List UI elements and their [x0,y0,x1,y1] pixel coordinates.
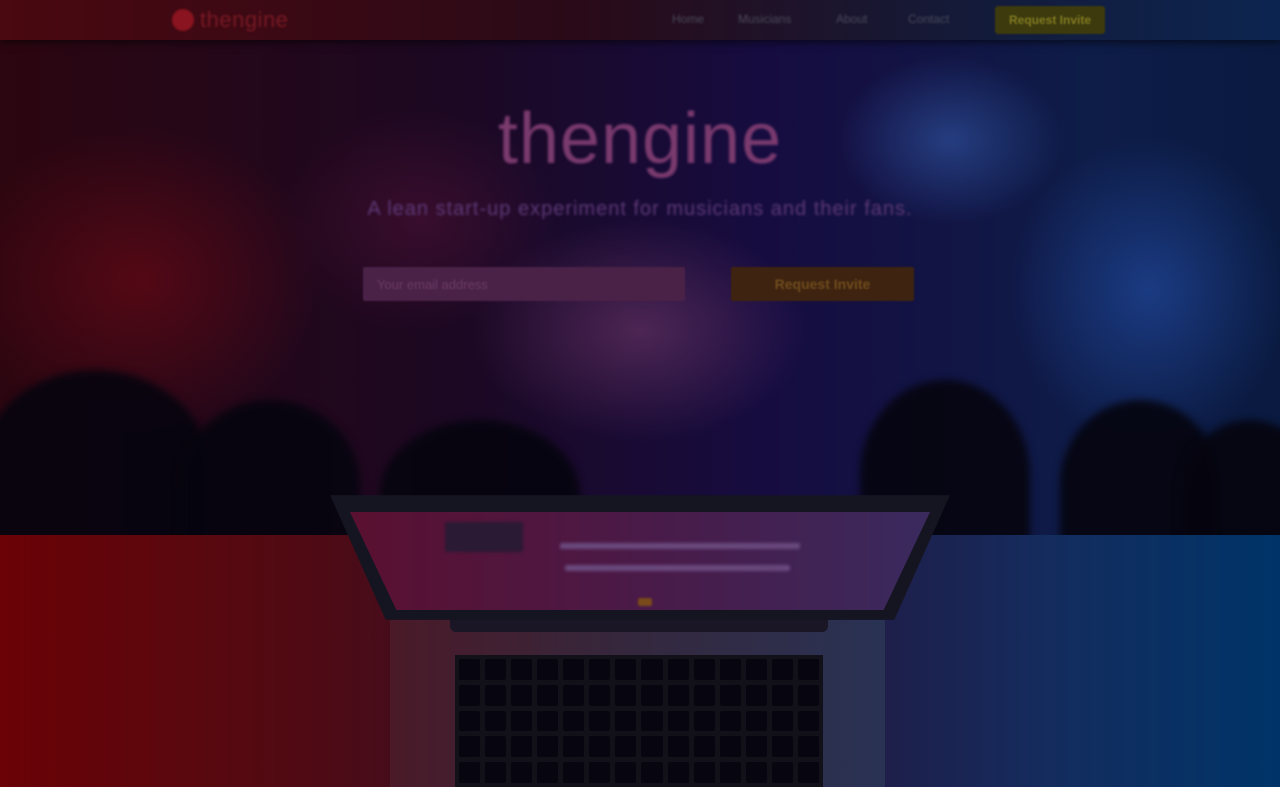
keyboard-key [563,762,585,783]
screen-text-line [565,565,790,571]
nav-link-home[interactable]: Home [672,12,704,26]
keyboard-key [719,710,741,732]
keyboard-key [771,762,793,783]
keyboard-key [459,710,481,732]
crowd-silhouette [180,400,360,535]
keyboard-key [615,736,637,758]
keyboard-key [485,736,507,758]
keyboard-key [459,684,481,706]
keyboard-key [797,710,819,732]
keyboard-key [771,736,793,758]
keyboard-key [745,736,767,758]
keyboard-key [745,684,767,706]
keyboard-key [745,710,767,732]
keyboard-key [771,659,793,680]
keyboard-key [589,659,611,680]
keyboard-key [719,659,741,680]
keyboard-key [563,684,585,706]
keyboard-key [485,710,507,732]
keyboard-key [797,684,819,706]
keyboard-key [459,762,481,783]
keyboard-key [485,684,507,706]
keyboard-key [511,710,533,732]
keyboard-key [485,659,507,680]
keyboard-key [641,762,663,783]
keyboard-key [745,659,767,680]
keyboard-key [589,684,611,706]
keyboard-key [589,762,611,783]
keyboard-key [693,684,715,706]
crowd-silhouette [0,370,210,535]
keyboard-key [615,659,637,680]
keyboard-key [667,684,689,706]
keyboard-key [641,736,663,758]
top-navbar: thengine Home Musicians About Contact Re… [0,0,1280,40]
keyboard-key [719,736,741,758]
nav-request-invite-button[interactable]: Request Invite [995,6,1105,34]
keyboard-key [745,762,767,783]
keyboard-key [797,762,819,783]
keyboard-key [537,659,559,680]
keyboard-key [563,659,585,680]
keyboard-key [797,659,819,680]
keyboard-key [589,736,611,758]
laptop-keyboard [455,655,823,787]
nav-link-musicians[interactable]: Musicians [738,12,791,26]
keyboard-key [667,736,689,758]
keyboard-key [667,659,689,680]
keyboard-key [667,710,689,732]
keyboard-key [693,710,715,732]
keyboard-key [537,684,559,706]
keyboard-key [537,710,559,732]
keyboard-key [615,762,637,783]
screen-text-line [560,543,800,549]
keyboard-key [485,762,507,783]
keyboard-key [563,710,585,732]
keyboard-key [797,736,819,758]
logo-text: thengine [200,7,289,32]
keyboard-key [771,684,793,706]
keyboard-key [511,684,533,706]
laptop-screen [350,512,930,610]
nav-link-about[interactable]: About [836,12,867,26]
keyboard-key [693,659,715,680]
logo-icon [172,9,194,31]
hero-title: thengine [497,99,783,179]
keyboard-key [459,659,481,680]
keyboard-key [719,684,741,706]
keyboard-key [511,762,533,783]
keyboard-key [615,710,637,732]
keyboard-key [537,762,559,783]
keyboard-key [693,762,715,783]
keyboard-key [563,736,585,758]
screen-logo [445,522,523,552]
hero-request-invite-button[interactable]: Request Invite [731,267,914,301]
nav-link-contact[interactable]: Contact [908,12,949,26]
keyboard-key [511,659,533,680]
keyboard-key [771,710,793,732]
keyboard-key [719,762,741,783]
keyboard-key [641,684,663,706]
keyboard-key [459,736,481,758]
keyboard-key [511,736,533,758]
email-input[interactable] [363,267,685,301]
keyboard-key [537,736,559,758]
keyboard-key [693,736,715,758]
hero-section: thengine A lean start-up experiment for … [0,40,1280,535]
keyboard-key [589,710,611,732]
hero-subtitle: A lean start-up experiment for musicians… [367,198,913,220]
screen-button [638,598,652,606]
keyboard-key [615,684,637,706]
keyboard-key [667,762,689,783]
keyboard-key [641,710,663,732]
brand-logo[interactable]: thengine [172,6,288,34]
keyboard-key [641,659,663,680]
